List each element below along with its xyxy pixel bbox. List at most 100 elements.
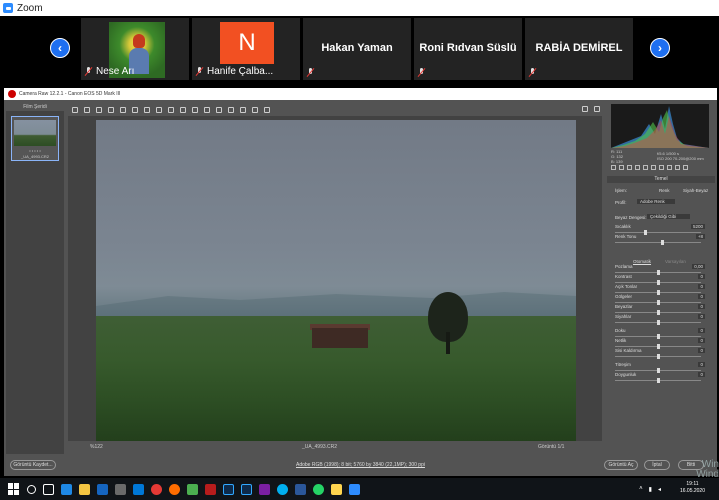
- crop-tool-icon[interactable]: [132, 107, 138, 113]
- adjustment-slider[interactable]: [615, 270, 701, 275]
- task-view-icon[interactable]: [43, 483, 54, 495]
- filmstrip-thumbnail[interactable]: • • • • • _UA_4993.CR2: [11, 116, 59, 161]
- slider-handle[interactable]: [657, 334, 660, 339]
- adjustment-slider[interactable]: [615, 290, 701, 295]
- app-icon[interactable]: [187, 483, 198, 495]
- radial-filter-icon[interactable]: [216, 107, 222, 113]
- adjustment-slider[interactable]: [615, 354, 701, 359]
- firefox-icon[interactable]: [169, 483, 180, 495]
- slider-value-input[interactable]: 0,00: [692, 264, 705, 269]
- slider-handle[interactable]: [657, 310, 660, 315]
- edge-icon[interactable]: [61, 483, 72, 495]
- calibration-tab-icon[interactable]: [667, 165, 672, 170]
- split-toning-tab-icon[interactable]: [643, 165, 648, 170]
- file-explorer-icon[interactable]: [79, 483, 90, 495]
- transform-tool-icon[interactable]: [156, 107, 162, 113]
- slider-value-input[interactable]: 0: [698, 284, 705, 289]
- default-button[interactable]: Varsayılan: [665, 259, 686, 264]
- adjustment-slider[interactable]: [615, 280, 701, 285]
- adjustment-slider[interactable]: [615, 378, 701, 383]
- photoshop-icon[interactable]: [223, 483, 234, 495]
- participant-tile[interactable]: Nese Arı: [81, 18, 189, 80]
- white-balance-select[interactable]: Çekildiği Gibi: [647, 214, 691, 219]
- slider-handle[interactable]: [661, 240, 665, 245]
- treatment-bw-radio[interactable]: Siyah-Beyaz: [683, 188, 708, 193]
- word-icon[interactable]: [295, 483, 306, 495]
- slider-value-input[interactable]: 0: [698, 274, 705, 279]
- adjustment-slider[interactable]: [615, 368, 701, 373]
- open-image-button[interactable]: Görüntü Aç: [604, 460, 638, 470]
- effects-tab-icon[interactable]: [659, 165, 664, 170]
- app-icon[interactable]: [259, 483, 270, 495]
- auto-button[interactable]: Otomatik: [633, 259, 651, 264]
- acrobat-icon[interactable]: [205, 483, 216, 495]
- mail-icon[interactable]: [133, 483, 144, 495]
- straighten-tool-icon[interactable]: [144, 107, 150, 113]
- adjustment-slider[interactable]: [615, 240, 701, 245]
- participant-tile[interactable]: Hakan Yaman: [303, 18, 411, 80]
- participant-tile[interactable]: Roni Rıdvan Süslü: [414, 18, 522, 80]
- slider-value-input[interactable]: 0: [698, 294, 705, 299]
- slider-value-input[interactable]: +8: [695, 234, 705, 239]
- volume-icon[interactable]: ◂: [658, 486, 661, 493]
- adjustment-slider[interactable]: [615, 320, 701, 325]
- slider-handle[interactable]: [657, 320, 660, 325]
- network-icon[interactable]: ▮: [649, 486, 652, 493]
- save-image-button[interactable]: Görüntü Kaydet...: [10, 460, 56, 470]
- brush-icon[interactable]: [192, 107, 198, 113]
- photoshop-active-icon[interactable]: [241, 483, 252, 495]
- slider-handle[interactable]: [657, 368, 660, 373]
- store-icon[interactable]: [115, 483, 126, 495]
- slider-value-input[interactable]: 5200: [690, 224, 705, 229]
- adjustment-slider[interactable]: [615, 334, 701, 339]
- trash-icon[interactable]: [264, 107, 270, 113]
- slider-value-input[interactable]: 0: [698, 338, 705, 343]
- snapshots-tab-icon[interactable]: [683, 165, 688, 170]
- slider-handle[interactable]: [657, 344, 660, 349]
- zoom-level[interactable]: %122: [90, 444, 103, 450]
- adjustment-slider[interactable]: [615, 344, 701, 349]
- whatsapp-icon[interactable]: [313, 483, 324, 495]
- slider-handle[interactable]: [657, 354, 660, 359]
- chrome-icon[interactable]: [151, 483, 162, 495]
- rotate-left-icon[interactable]: [240, 107, 246, 113]
- slider-handle[interactable]: [657, 280, 660, 285]
- lens-tab-icon[interactable]: [651, 165, 656, 170]
- graduated-filter-icon[interactable]: [204, 107, 210, 113]
- adjustment-slider[interactable]: [615, 230, 701, 235]
- presets-tab-icon[interactable]: [675, 165, 680, 170]
- basic-tab-icon[interactable]: [611, 165, 616, 170]
- export-icon[interactable]: [594, 106, 600, 112]
- slider-handle[interactable]: [644, 230, 648, 235]
- taskbar-clock[interactable]: 19:11 16.05.2020: [680, 481, 705, 495]
- windows-start-icon[interactable]: [8, 483, 20, 495]
- profile-select[interactable]: Adobe Renk: [637, 199, 675, 204]
- slider-value-input[interactable]: 0: [698, 348, 705, 353]
- slider-value-input[interactable]: 0: [698, 314, 705, 319]
- fullscreen-icon[interactable]: [582, 106, 588, 112]
- skype-icon[interactable]: [277, 483, 288, 495]
- participant-tile[interactable]: N Hanife Çalba...: [192, 18, 300, 80]
- participant-tile[interactable]: RABİA DEMİREL: [525, 18, 633, 80]
- tone-curve-tab-icon[interactable]: [619, 165, 624, 170]
- slider-value-input[interactable]: 0: [698, 304, 705, 309]
- search-icon[interactable]: [27, 484, 36, 494]
- slider-handle[interactable]: [657, 300, 660, 305]
- app-icon[interactable]: [331, 483, 342, 495]
- detail-tab-icon[interactable]: [627, 165, 632, 170]
- white-balance-tool-icon[interactable]: [96, 107, 102, 113]
- target-adjust-icon[interactable]: [120, 107, 126, 113]
- slider-handle[interactable]: [657, 378, 660, 383]
- rating-stars[interactable]: • • • • •: [12, 148, 58, 153]
- image-canvas[interactable]: [68, 116, 602, 441]
- chevron-left-icon[interactable]: ‹: [50, 38, 70, 58]
- preferences-icon[interactable]: [228, 107, 234, 113]
- spot-removal-icon[interactable]: [168, 107, 174, 113]
- cancel-button[interactable]: İptal: [644, 460, 670, 470]
- slider-handle[interactable]: [657, 270, 660, 275]
- hand-tool-icon[interactable]: [84, 107, 90, 113]
- zoom-taskbar-icon[interactable]: [349, 483, 360, 495]
- workflow-options-link[interactable]: Adobe RGB (1998); 8 bit; 5760 by 3840 (2…: [296, 462, 425, 468]
- treatment-color-radio[interactable]: Renk: [659, 188, 670, 193]
- slider-value-input[interactable]: 0: [698, 362, 705, 367]
